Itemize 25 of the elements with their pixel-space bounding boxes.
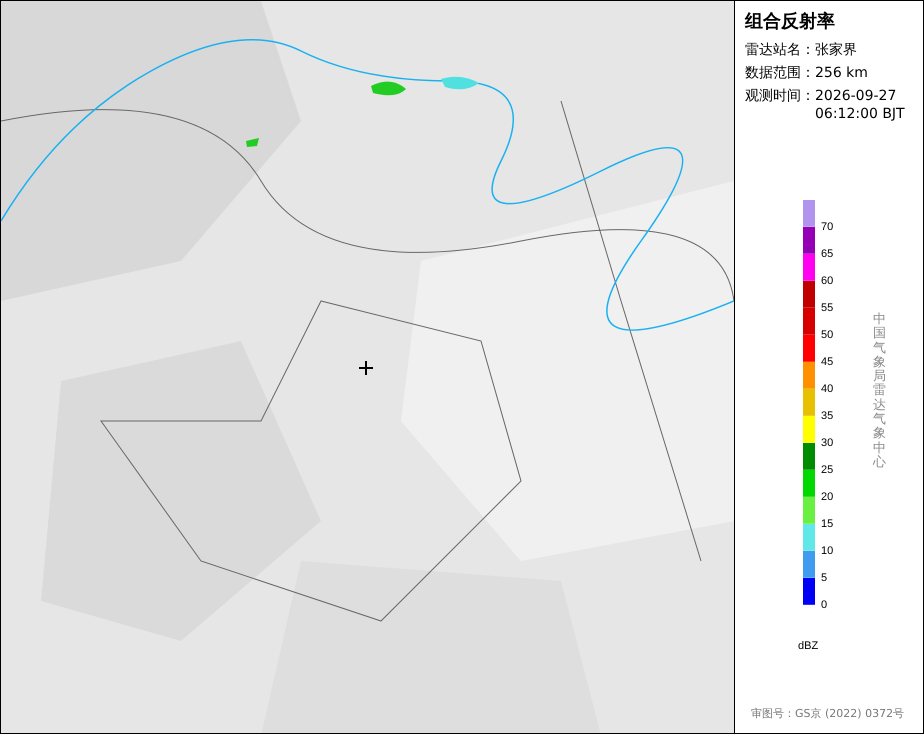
scale-label: 30 bbox=[821, 436, 834, 451]
scale-label: 60 bbox=[821, 274, 834, 289]
info-value: 张家界 bbox=[815, 41, 857, 59]
scale-label: 65 bbox=[821, 247, 834, 262]
scale-label: 70 bbox=[821, 220, 834, 235]
scale-label: 35 bbox=[821, 409, 834, 424]
scale-label: 45 bbox=[821, 355, 834, 370]
unit-label: dBZ bbox=[798, 640, 818, 652]
scale-label: 25 bbox=[821, 463, 834, 478]
agency-text: 中国气象局雷达气象中心 bbox=[873, 313, 886, 470]
info-value: 256 km bbox=[815, 64, 868, 82]
panel-title: 组合反射率 bbox=[745, 10, 835, 33]
scale-label: 10 bbox=[821, 544, 834, 559]
scale-label: 0 bbox=[821, 598, 828, 613]
info-label: 观测时间： bbox=[745, 87, 815, 106]
scale-label: 40 bbox=[821, 382, 834, 397]
info-label: 雷达站名： bbox=[745, 41, 815, 59]
scale-label: 50 bbox=[821, 328, 834, 343]
map-approval-number: 审图号：GS京 (2022) 0372号 bbox=[751, 706, 904, 721]
info-value: 2026-09-27 06:12:00 BJT bbox=[815, 87, 906, 123]
info-label: 数据范围： bbox=[745, 64, 815, 82]
scale-label: 15 bbox=[821, 517, 834, 532]
scale-label: 20 bbox=[821, 490, 834, 505]
scale-label: 5 bbox=[821, 571, 828, 586]
scale-label: 55 bbox=[821, 301, 834, 316]
